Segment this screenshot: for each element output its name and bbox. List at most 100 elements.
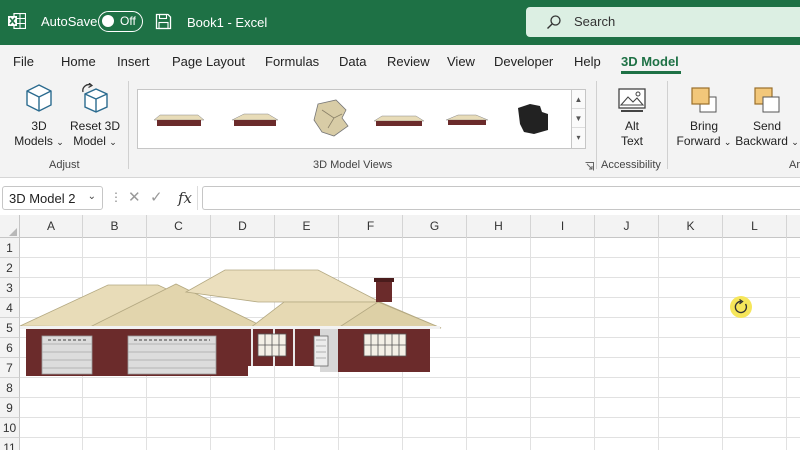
name-box[interactable]: 3D Model 2 ⌄ xyxy=(2,186,103,210)
autosave-toggle[interactable]: Off xyxy=(98,11,143,32)
bring-forward-button[interactable]: Bring Forward ⌄ xyxy=(674,85,734,150)
excel-logo-icon[interactable] xyxy=(8,13,26,29)
tab-insert[interactable]: Insert xyxy=(117,54,150,69)
accessibility-group-label: Accessibility xyxy=(601,159,661,171)
tab-review[interactable]: Review xyxy=(387,54,430,69)
bring-forward-label-2: Forward ⌄ xyxy=(676,134,732,148)
gallery-more-icon[interactable]: ▾ xyxy=(572,128,585,147)
column-header-k[interactable]: K xyxy=(659,215,723,238)
reset-label-1: Reset 3D xyxy=(69,119,121,133)
send-backward-icon xyxy=(754,87,780,113)
column-header-c[interactable]: C xyxy=(147,215,211,238)
column-header-i[interactable]: I xyxy=(531,215,595,238)
tab-data[interactable]: Data xyxy=(339,54,366,69)
select-all-icon xyxy=(9,228,17,236)
send-backward-label-1: Send xyxy=(752,119,782,133)
select-all-corner[interactable] xyxy=(0,215,20,238)
grid-line xyxy=(786,238,787,450)
row-header-5[interactable]: 5 xyxy=(0,318,20,338)
autosave-state: Off xyxy=(120,14,136,28)
column-header-b[interactable]: B xyxy=(83,215,147,238)
formula-input[interactable] xyxy=(202,186,800,210)
send-backward-button[interactable]: Send Backward ⌄ xyxy=(735,85,799,150)
arrange-group-label: Ar xyxy=(789,159,800,171)
row-header-9[interactable]: 9 xyxy=(0,398,20,418)
3d-house-model[interactable] xyxy=(18,268,442,379)
name-box-value: 3D Model 2 xyxy=(9,191,76,206)
row-header-7[interactable]: 7 xyxy=(0,358,20,378)
view-back-icon[interactable] xyxy=(368,96,430,142)
column-header-h[interactable]: H xyxy=(467,215,531,238)
column-header-e[interactable]: E xyxy=(275,215,339,238)
grid-line xyxy=(594,238,595,450)
column-header-g[interactable]: G xyxy=(403,215,467,238)
search-box[interactable]: Search xyxy=(526,7,800,37)
row-header-1[interactable]: 1 xyxy=(0,238,20,258)
alt-text-label-1: Alt xyxy=(624,119,639,133)
insert-function-icon[interactable]: fx xyxy=(178,189,192,207)
excel-window: AutoSave Off Book1 - Excel Search File H… xyxy=(0,0,800,450)
formula-bar: 3D Model 2 ⌄ ⋮ ✕ ✓ fx xyxy=(0,183,800,213)
views-group-label: 3D Model Views xyxy=(313,159,393,171)
3d-model-views-gallery[interactable]: ▲ ▼ ▾ xyxy=(137,89,586,149)
gallery-down-icon[interactable]: ▼ xyxy=(572,109,585,128)
reset-label-2: Model ⌄ xyxy=(73,134,117,148)
title-bar: AutoSave Off Book1 - Excel Search xyxy=(0,0,800,45)
send-backward-label-2: Backward ⌄ xyxy=(735,134,799,148)
alt-text-button[interactable]: Alt Text xyxy=(610,85,654,149)
column-header-d[interactable]: D xyxy=(211,215,275,238)
row-header-2[interactable]: 2 xyxy=(0,258,20,278)
3d-models-button[interactable]: 3D Models ⌄ xyxy=(12,83,66,150)
rotate-handle-icon xyxy=(734,298,748,314)
column-header-j[interactable]: J xyxy=(595,215,659,238)
grid-line xyxy=(20,257,800,258)
row-header-4[interactable]: 4 xyxy=(0,298,20,318)
tab-formulas[interactable]: Formulas xyxy=(265,54,319,69)
gallery-up-icon[interactable]: ▲ xyxy=(572,90,585,109)
view-bottom-icon[interactable] xyxy=(504,96,566,142)
view-right-icon[interactable] xyxy=(436,96,498,142)
grid-line xyxy=(722,238,723,450)
gallery-scroll[interactable]: ▲ ▼ ▾ xyxy=(571,90,585,148)
formula-controls: ✕ ✓ fx xyxy=(122,186,198,210)
row-header-6[interactable]: 6 xyxy=(0,338,20,358)
group-separator xyxy=(128,81,129,169)
grid-line xyxy=(466,238,467,450)
row-header-8[interactable]: 8 xyxy=(0,378,20,398)
group-separator xyxy=(667,81,668,169)
tab-developer[interactable]: Developer xyxy=(494,54,553,69)
tab-home[interactable]: Home xyxy=(61,54,96,69)
column-header-f[interactable]: F xyxy=(339,215,403,238)
row-header-3[interactable]: 3 xyxy=(0,278,20,298)
alt-text-label-2: Text xyxy=(620,134,643,148)
grid-line xyxy=(20,437,800,438)
document-title: Book1 - Excel xyxy=(187,15,268,30)
grid-line xyxy=(530,238,531,450)
group-separator xyxy=(596,81,597,169)
column-header-l[interactable]: L xyxy=(723,215,787,238)
reset-cube-icon xyxy=(82,83,108,113)
tab-view[interactable]: View xyxy=(447,54,475,69)
column-header-a[interactable]: A xyxy=(20,215,83,238)
cancel-icon[interactable]: ✕ xyxy=(128,188,141,206)
enter-check-icon[interactable]: ✓ xyxy=(150,188,163,206)
rotate-handle[interactable] xyxy=(730,296,752,318)
tab-file[interactable]: File xyxy=(13,54,34,69)
tab-3d-model[interactable]: 3D Model xyxy=(621,54,679,69)
tab-page-layout[interactable]: Page Layout xyxy=(172,54,245,69)
reset-3d-model-button[interactable]: Reset 3D Model ⌄ xyxy=(68,83,122,150)
save-icon[interactable] xyxy=(155,13,172,30)
adjust-group-label: Adjust xyxy=(49,159,80,171)
view-front-icon[interactable] xyxy=(148,96,210,142)
more-options-icon[interactable]: ⋮ xyxy=(110,190,122,204)
search-placeholder: Search xyxy=(574,14,616,29)
row-header-11[interactable]: 11 xyxy=(0,438,20,450)
chevron-down-icon[interactable]: ⌄ xyxy=(88,191,96,202)
view-side-icon[interactable] xyxy=(224,96,286,142)
tab-help[interactable]: Help xyxy=(574,54,601,69)
view-top-icon[interactable] xyxy=(300,96,362,142)
ribbon-tabs: File Home Insert Page Layout Formulas Da… xyxy=(0,45,800,75)
ribbon: 3D Models ⌄ Reset 3D Model ⌄ Adjust ▲ ▼ … xyxy=(0,75,800,178)
row-header-10[interactable]: 10 xyxy=(0,418,20,438)
dialog-launcher-icon[interactable] xyxy=(585,162,594,171)
